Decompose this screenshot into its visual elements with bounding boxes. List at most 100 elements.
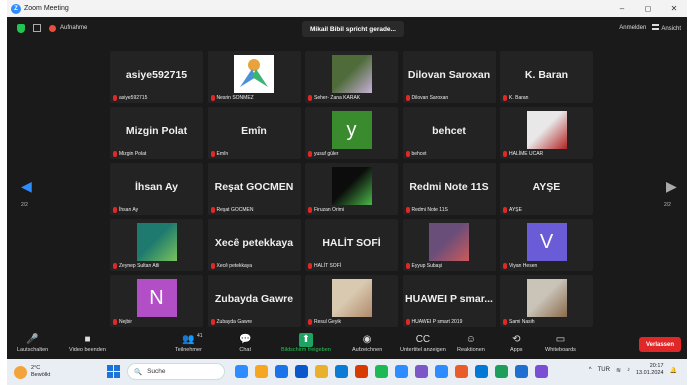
taskbar-app-icon[interactable] [255, 365, 268, 378]
taskbar-app-icon[interactable] [515, 365, 528, 378]
leave-button[interactable]: Verlassen [639, 337, 681, 352]
taskbar-app-icon[interactable] [295, 365, 308, 378]
muted-mic-icon [405, 263, 410, 269]
meeting-info-icon[interactable] [33, 24, 41, 32]
whiteboards-label: Whiteboards [545, 347, 576, 353]
taskbar-apps [235, 365, 548, 378]
taskbar-app-icon[interactable] [355, 365, 368, 378]
reactions-button[interactable]: ☺ Reaktionen [457, 333, 485, 353]
taskbar-app-icon[interactable] [375, 365, 388, 378]
wifi-icon[interactable]: ≋ [616, 367, 621, 374]
clock[interactable]: 20:17 13.01.2024 [636, 363, 664, 377]
taskbar-app-icon[interactable] [455, 365, 468, 378]
participant-tile[interactable]: K. Baran K. Baran [500, 51, 593, 103]
taskbar-app-icon[interactable] [415, 365, 428, 378]
participant-name-label: Eyyup Subaşi [405, 263, 442, 269]
participant-tile[interactable]: Firuzan Orimi [305, 163, 398, 215]
participant-name-label: Nesrin SONMEZ [210, 95, 254, 101]
share-screen-button[interactable]: ⬆ Bildschirm freigeben [281, 333, 331, 353]
taskbar-app-icon[interactable] [235, 365, 248, 378]
muted-mic-icon [113, 207, 117, 213]
captions-icon: CC [415, 334, 431, 345]
participant-tile[interactable]: Xecê petekkaya Xecê petekkaya [207, 219, 301, 271]
participant-tile[interactable]: Reşat GOCMEN Reşat GOCMEN [207, 163, 301, 215]
participant-tile[interactable]: Sami Nasih [500, 275, 593, 327]
taskbar-app-icon[interactable] [395, 365, 408, 378]
windows-taskbar: 2°C Bewölkt 🔍 Suche ^ TUR ≋ ♪ 20:17 13.0… [7, 359, 687, 385]
weather-widget[interactable]: 2°C Bewölkt [14, 365, 50, 379]
participant-tile[interactable]: Eyyup Subaşi [402, 219, 496, 271]
participant-tile[interactable]: Seher- Zana KARAK [305, 51, 398, 103]
participant-tile[interactable]: behcet behcet [402, 107, 496, 159]
participant-name-label: K. Baran [503, 95, 528, 101]
taskbar-search[interactable]: 🔍 Suche [127, 363, 225, 380]
language-indicator[interactable]: TUR [598, 367, 610, 373]
participant-display-name: İhsan Ay [135, 181, 178, 193]
notification-bell-icon[interactable]: 🔔 [670, 367, 677, 374]
participant-tile[interactable]: Nesrin SONMEZ [207, 51, 301, 103]
participant-tile[interactable]: Resul Geyik [305, 275, 398, 327]
taskbar-app-icon[interactable] [275, 365, 288, 378]
maximize-button[interactable]: ◻ [635, 4, 661, 13]
security-shield-icon[interactable] [17, 23, 25, 33]
taskbar-app-icon[interactable] [335, 365, 348, 378]
windows-start-icon[interactable] [107, 365, 120, 378]
unmute-button[interactable]: 🎤 Lautschalten [17, 333, 48, 353]
captions-button[interactable]: CC Untertitel anzeigen [400, 333, 446, 353]
page-indicator-left: 2/2 [21, 202, 28, 208]
record-button[interactable]: ◉ Aufzeichnen [352, 333, 382, 353]
participant-tile[interactable]: y yusuf güler [305, 107, 398, 159]
signin-button[interactable]: Anmelden [619, 25, 646, 31]
participant-tile[interactable]: Mizgin Polat Mizgin Polat [110, 107, 203, 159]
clock-time: 20:17 [649, 363, 664, 369]
search-placeholder: Suche [147, 368, 166, 375]
volume-icon[interactable]: ♪ [627, 367, 630, 373]
participant-name-label: Emîn [210, 151, 228, 157]
participant-display-name: Redmi Note 11S [409, 181, 489, 193]
participant-name: Seher- Zana KARAK [314, 95, 361, 101]
participant-name: Viyan Hesen [509, 263, 538, 269]
zoom-window: Z Zoom Meeting – ◻ ✕ Aufnahme Mikail Bib… [7, 0, 687, 385]
next-page-arrow-icon[interactable]: ▶ [666, 178, 677, 195]
weather-condition: Bewölkt [31, 372, 51, 378]
participant-photo [234, 55, 274, 93]
reactions-label: Reaktionen [457, 347, 485, 353]
participant-grid: asiye592715 asiye592715 Nesrin SONMEZ Seher… [110, 51, 593, 327]
participant-photo [331, 167, 372, 205]
taskbar-app-icon[interactable] [535, 365, 548, 378]
taskbar-app-icon[interactable] [475, 365, 488, 378]
participants-button[interactable]: 👥 41 Teilnehmer [175, 333, 203, 353]
taskbar-app-icon[interactable] [495, 365, 508, 378]
share-screen-label: Bildschirm freigeben [281, 347, 331, 353]
taskbar-app-icon[interactable] [435, 365, 448, 378]
participant-name: behcet [411, 151, 427, 157]
participant-avatar: y [331, 111, 372, 149]
participant-tile[interactable]: HALİME UCAR [500, 107, 593, 159]
minimize-button[interactable]: – [609, 4, 635, 13]
close-button[interactable]: ✕ [661, 4, 687, 13]
apps-button[interactable]: ⟲ Apps [510, 333, 523, 353]
participant-tile[interactable]: Emîn Emîn [207, 107, 301, 159]
participant-tile[interactable]: Zeynep Sultan Atli [110, 219, 203, 271]
view-button[interactable]: Ansicht [652, 24, 681, 32]
participant-tile[interactable]: asiye592715 asiye592715 [110, 51, 203, 103]
unmute-label: Lautschalten [17, 347, 49, 353]
muted-mic-icon [113, 151, 117, 157]
previous-page-arrow-icon[interactable]: ◀ [21, 178, 32, 195]
participant-tile[interactable]: V Viyan Hesen [500, 219, 593, 271]
participant-tile[interactable]: Redmi Note 11S Redmi Note 11S [402, 163, 496, 215]
stop-video-button[interactable]: ■ Video beenden [69, 333, 106, 353]
chevron-up-icon[interactable]: ^ [589, 367, 592, 373]
participant-tile[interactable]: HUAWEI P smar... HUAWEI P smart 2019 [402, 275, 496, 327]
participant-name: Reşat GOCMEN [216, 207, 254, 213]
participant-tile[interactable]: N Nejbir [110, 275, 203, 327]
chat-button[interactable]: 💬 Chat [239, 333, 251, 353]
whiteboards-button[interactable]: ▭ Whiteboards [545, 333, 576, 353]
taskbar-app-icon[interactable] [315, 365, 328, 378]
participant-tile[interactable]: Dilovan Saroxan Dilovan Saroxan [402, 51, 496, 103]
participant-tile[interactable]: HALİT SOFİ HALİT SOFİ [305, 219, 398, 271]
participant-tile[interactable]: İhsan Ay İhsan Ay [110, 163, 203, 215]
participant-tile[interactable]: AYŞE AYŞE [500, 163, 593, 215]
participant-tile[interactable]: Zubayda Gawre Zubayda Gawre [207, 275, 301, 327]
participant-display-name: HUAWEI P smar... [405, 293, 493, 305]
